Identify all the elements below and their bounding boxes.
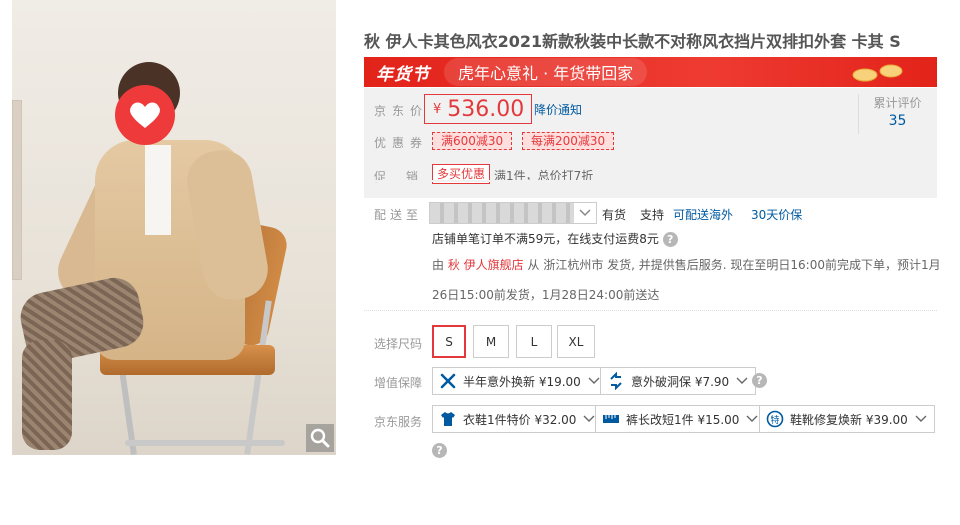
review-label: 累计评价 [873, 96, 922, 110]
price-value: ¥ 536.00 [424, 94, 532, 124]
delivery-label: 配送至 [374, 208, 423, 222]
size-option-l[interactable]: L [516, 325, 552, 358]
tools-icon [439, 372, 457, 390]
price-label: 京东价 [374, 104, 429, 118]
size-option-m[interactable]: M [473, 325, 509, 358]
heart-icon [130, 102, 160, 128]
section-divider [364, 310, 937, 311]
chevron-down-icon [914, 412, 928, 426]
price-drop-notify-link[interactable]: 降价通知 [534, 101, 582, 118]
ruler-icon [602, 410, 620, 428]
review-summary[interactable]: 累计评价 35 [858, 94, 936, 134]
shirt [145, 145, 171, 235]
shipping-info: 由 秋 伊人旗舰店 从 浙江杭州市 发货, 并提供售后服务. 现在至明日16:0… [432, 256, 941, 273]
shipping-fee-text: 店铺单笔订单不满59元，在线支付运费8元 [432, 232, 659, 246]
stock-status: 有货 [602, 208, 627, 222]
coupon-1[interactable]: 满600减30 [432, 132, 513, 150]
size-option-xl[interactable]: XL [557, 325, 595, 358]
service-text: 裤长改短1件 ¥15.00 [626, 412, 740, 427]
service-text: 意外破洞保 ¥7.90 [631, 374, 730, 389]
chevron-down-icon [587, 374, 601, 388]
currency-symbol: ¥ [433, 101, 442, 117]
svg-text:特: 特 [770, 414, 779, 426]
help-icon[interactable]: ? [752, 373, 767, 388]
price-protect-link[interactable]: 30天价保 [751, 206, 802, 223]
service-text: 半年意外换新 ¥19.00 [463, 374, 581, 389]
product-title: 秋 伊人卡其色风衣2021新款秋装中长款不对称风衣挡片双排扣外套 卡其 S [364, 32, 901, 51]
size-option-s[interactable]: S [432, 325, 466, 358]
service-pants-shorten[interactable]: 裤长改短1件 ¥15.00 [595, 405, 767, 433]
help-icon[interactable]: ? [432, 443, 447, 458]
price-number: 536.00 [447, 96, 525, 122]
value-added-label: 增值保障 [374, 376, 423, 390]
shipping-fee: 店铺单笔订单不满59元，在线支付运费8元 ? [432, 230, 678, 247]
ship-prefix: 由 [432, 258, 445, 272]
support-label: 支持 [640, 208, 665, 222]
ship-detail-2: 26日15:00前发货，1月28日24:00前送达 [432, 288, 660, 302]
shirt-icon [439, 410, 457, 428]
plaid-pants [22, 340, 72, 450]
jd-services-label: 京东服务 [374, 415, 423, 429]
coupon-label: 优惠券 [374, 136, 429, 150]
service-hole-protect[interactable]: 意外破洞保 ¥7.90 [600, 367, 757, 395]
review-count[interactable]: 35 [859, 113, 936, 129]
chevron-down-icon [574, 203, 596, 223]
price-panel-edge [364, 180, 937, 196]
product-main-image[interactable] [0, 0, 336, 455]
image-left-margin [0, 0, 12, 455]
promo-banner[interactable]: 年货节 虎年心意礼 · 年货带回家 [364, 57, 937, 87]
service-accident-replace[interactable]: 半年意外换新 ¥19.00 [432, 367, 608, 395]
chair-bar [125, 440, 285, 446]
exchange-icon [607, 372, 625, 390]
service-text: 衣鞋1件特价 ¥32.00 [463, 412, 577, 427]
ship-detail: 从 浙江杭州市 发货, 并提供售后服务. 现在至明日16:00前完成下单，预计1… [527, 258, 941, 272]
heart-sticker-icon [115, 85, 175, 145]
coin-deco-icon [852, 64, 903, 82]
size-label: 选择尺码 [374, 337, 423, 351]
repair-badge-icon: 特 [766, 410, 784, 428]
address-selector[interactable] [429, 202, 597, 224]
service-shoe-repair[interactable]: 特 鞋靴修复焕新 ¥39.00 [759, 405, 935, 433]
banner-logo: 年货节 [376, 64, 430, 85]
zoom-icon[interactable] [306, 424, 334, 452]
shop-name-link[interactable]: 秋 伊人旗舰店 [448, 258, 524, 272]
service-text: 鞋靴修复焕新 ¥39.00 [790, 412, 908, 427]
wall-panel [12, 100, 22, 280]
banner-slogan: 虎年心意礼 · 年货带回家 [444, 58, 648, 86]
coupon-2[interactable]: 每满200减30 [522, 132, 615, 150]
chevron-down-icon [745, 412, 759, 426]
overseas-delivery-link[interactable]: 可配送海外 [673, 206, 733, 223]
chevron-down-icon [735, 374, 749, 388]
service-clothing-special[interactable]: 衣鞋1件特价 ¥32.00 [432, 405, 604, 433]
help-icon[interactable]: ? [662, 232, 678, 247]
